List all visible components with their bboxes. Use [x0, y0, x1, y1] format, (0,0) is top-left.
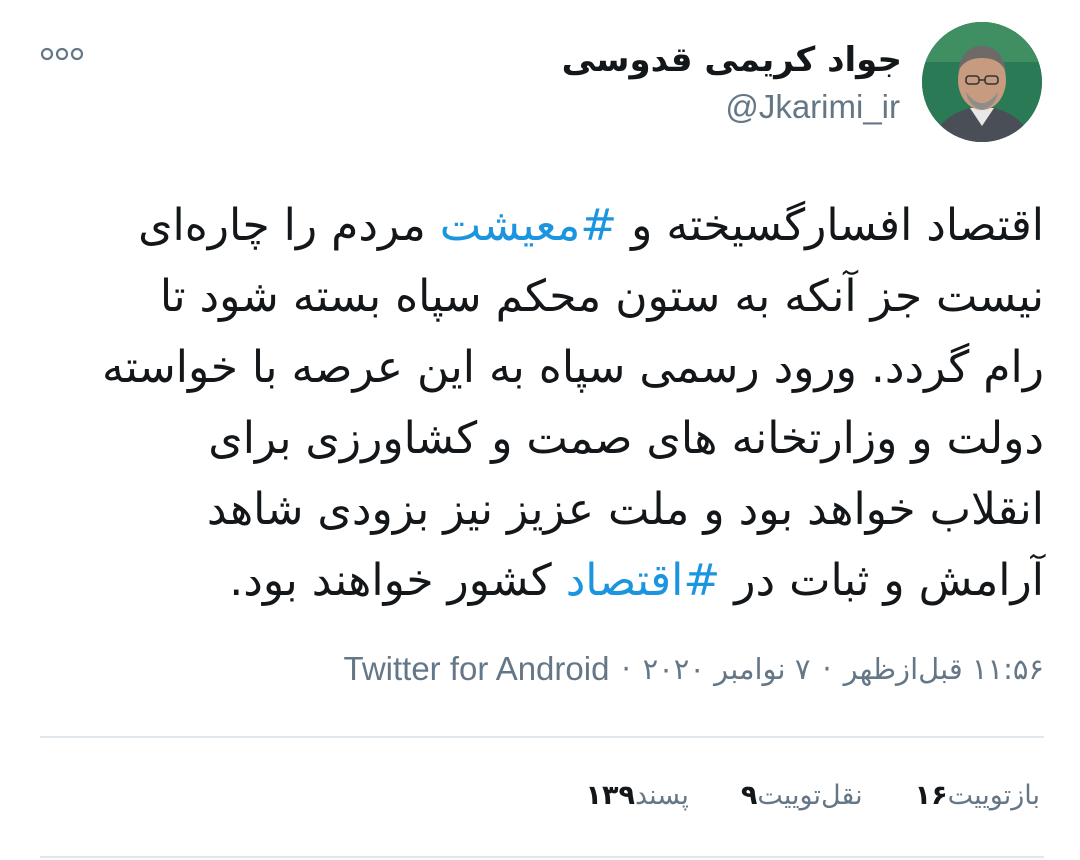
tweet-text-line: نیست جز آنکه به ستون محکم سپاه بسته شود … — [40, 261, 1044, 332]
hashtag-link[interactable]: #معیشت — [440, 200, 617, 251]
tweet-text-segment: مردم را چاره‌ای — [138, 200, 440, 251]
tweet-text-segment: دولت و وزارتخانه های صمت و کشاورزی برای — [208, 413, 1044, 464]
divider — [40, 856, 1044, 858]
author-handle[interactable]: @Jkarimi_ir — [725, 88, 900, 126]
tweet-time[interactable]: ۱۱:۵۶ قبل‌ازظهر — [844, 652, 1044, 686]
more-options-icon[interactable] — [40, 44, 84, 64]
author-display-name[interactable]: جواد کریمی قدوسی — [562, 40, 902, 80]
quotes-stat[interactable]: ۹ نقل‌توییت — [733, 780, 863, 811]
tweet-meta: ۱۱:۵۶ قبل‌ازظهر · ۷ نوامبر ۲۰۲۰ · Twitte… — [40, 650, 1044, 688]
tweet-date[interactable]: ۷ نوامبر ۲۰۲۰ — [643, 652, 811, 686]
avatar[interactable] — [922, 22, 1042, 142]
tweet-stats: ۱۶ بازتوییت ۹ نقل‌توییت ۱۳۹ پسند — [40, 780, 1040, 811]
tweet-text-segment: اقتصاد افسارگسیخته و — [617, 200, 1044, 251]
retweets-stat[interactable]: ۱۶ بازتوییت — [907, 780, 1040, 811]
quotes-count: ۹ — [740, 780, 758, 811]
retweets-label: بازتوییت — [947, 780, 1040, 811]
likes-count: ۱۳۹ — [585, 780, 635, 811]
tweet-text: اقتصاد افسارگسیخته و #معیشت مردم را چاره… — [40, 190, 1044, 616]
tweet-text-segment: نیست جز آنکه به ستون محکم سپاه بسته شود … — [159, 271, 1044, 322]
retweets-count: ۱۶ — [914, 780, 948, 811]
tweet-text-line: دولت و وزارتخانه های صمت و کشاورزی برای — [40, 403, 1044, 474]
divider — [40, 736, 1044, 738]
meta-separator: · — [621, 652, 631, 686]
tweet-text-segment: کشور خواهند بود. — [229, 555, 566, 606]
tweet-text-line: انقلاب خواهد بود و ملت عزیز نیز بزودی شا… — [40, 474, 1044, 545]
tweet-text-segment: آرامش و ثبات در — [720, 555, 1044, 606]
hashtag-link[interactable]: #اقتصاد — [566, 555, 721, 606]
tweet-text-segment: انقلاب خواهد بود و ملت عزیز نیز بزودی شا… — [206, 484, 1044, 535]
likes-stat[interactable]: ۱۳۹ پسند — [577, 780, 688, 811]
tweet-card: جواد کریمی قدوسی @Jkarimi_ir اقتصاد افسا… — [0, 0, 1080, 860]
likes-label: پسند — [634, 780, 689, 811]
meta-separator: · — [822, 652, 832, 686]
tweet-text-line: اقتصاد افسارگسیخته و #معیشت مردم را چاره… — [40, 190, 1044, 261]
tweet-text-line: آرامش و ثبات در #اقتصاد کشور خواهند بود. — [40, 545, 1044, 616]
tweet-text-segment: رام گردد. ورود رسمی سپاه به این عرصه با … — [102, 342, 1044, 393]
tweet-source[interactable]: Twitter for Android — [343, 650, 609, 688]
quotes-label: نقل‌توییت — [757, 780, 863, 811]
tweet-text-line: رام گردد. ورود رسمی سپاه به این عرصه با … — [40, 332, 1044, 403]
